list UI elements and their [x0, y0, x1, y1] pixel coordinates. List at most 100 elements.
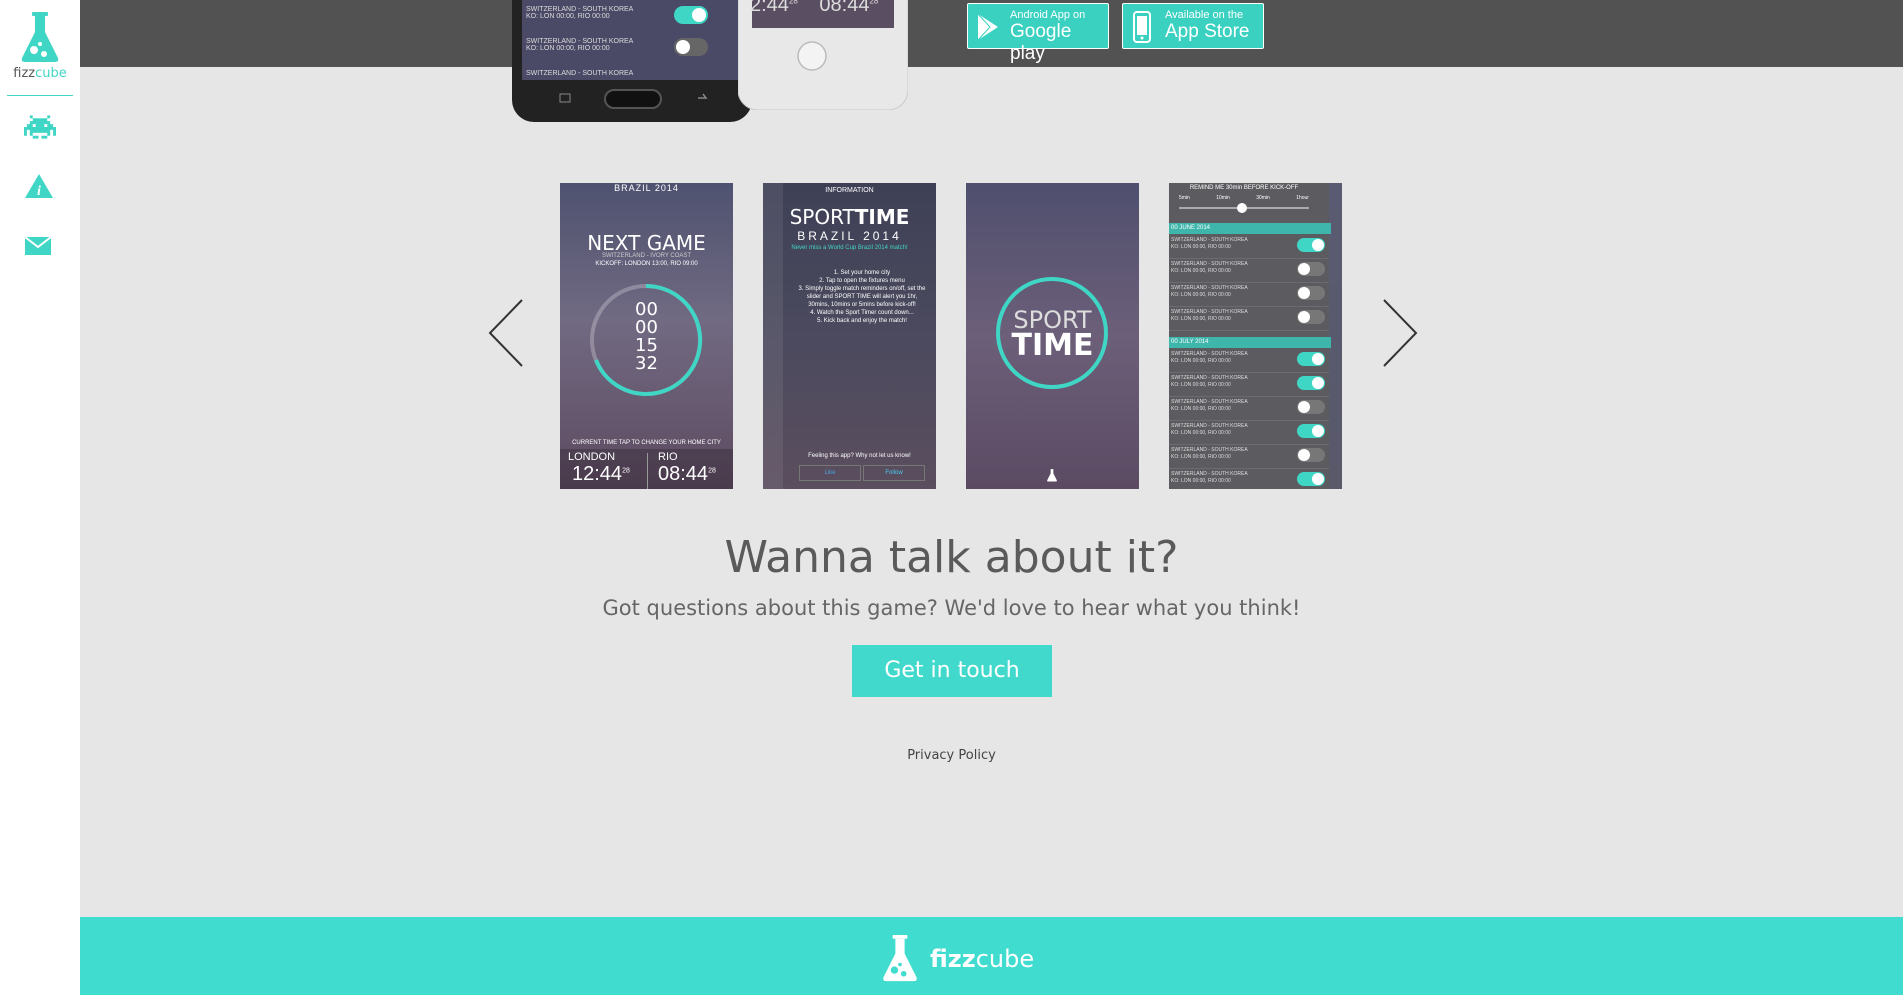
google-play-small-text: Android App on — [1010, 9, 1086, 21]
screenshot-fixtures[interactable]: REMIND ME 30min BEFORE KICK-OFF 5min 10m… — [1169, 183, 1342, 489]
mail-icon — [24, 236, 52, 255]
screenshot-splash[interactable]: SPORT TIME — [966, 183, 1139, 489]
sidebar-item-games[interactable] — [24, 115, 56, 141]
footer: fizzcube — [80, 917, 1903, 995]
s2-step: 4. Watch the Sport Timer count down... — [810, 310, 914, 316]
fixture-row: SWITZERLAND - SOUTH KOREA KO: LON 00:00, … — [1169, 259, 1329, 283]
cta-subtitle: Got questions about this game? We'd love… — [602, 596, 1301, 620]
phone-row: SWITZERLAND - SOUTH KOREA KO: LON 00:00,… — [526, 6, 708, 24]
screenshot-information[interactable]: INFORMATION SPORTTIME BRAZIL 2014 Never … — [763, 183, 936, 489]
s2-brazil: BRAZIL 2014 — [797, 229, 902, 243]
iphone-time-a: 2:44 — [750, 0, 789, 16]
fizzcube-logo[interactable]: fizzcube — [6, 12, 74, 81]
footer-fizz: fizz — [930, 945, 976, 973]
sidebar-divider — [7, 95, 73, 96]
s2-step: 5. Kick back and enjoy the match! — [817, 318, 907, 324]
cta-title: Wanna talk about it? — [724, 532, 1179, 583]
phone-row-match: SWITZERLAND - SOUTH KOREA — [526, 38, 634, 45]
phone-row-match: SWITZERLAND - SOUTH KOREA — [526, 6, 634, 13]
fixture-row: SWITZERLAND - SOUTH KOREA KO: LON 00:00, … — [1169, 469, 1329, 489]
phone-row: SWITZERLAND - SOUTH KOREA KO: LON 00:00,… — [526, 38, 708, 56]
sidebar-item-contact[interactable] — [24, 236, 56, 262]
s2-like-button[interactable]: Like — [799, 465, 861, 481]
phone-row-match: SWITZERLAND - SOUTH KOREA — [526, 70, 634, 77]
s4-opt: 30min — [1256, 195, 1270, 201]
s1-city-london: LONDON — [568, 451, 616, 463]
s2-header: INFORMATION — [825, 187, 874, 194]
s4-rows-july: SWITZERLAND - SOUTH KOREA KO: LON 00:00, … — [1169, 349, 1329, 489]
iphone-time-b: 08:44 — [819, 0, 870, 16]
s4-date-header: 00 JUNE 2014 — [1169, 223, 1331, 234]
iphone-times: 2:4428 08:4428 — [750, 0, 878, 17]
toggle-on[interactable] — [1297, 352, 1325, 366]
info-icon: i — [25, 174, 53, 199]
toggle-on[interactable] — [1297, 376, 1325, 390]
iphone-icon — [1133, 11, 1151, 43]
s2-tagline: Never miss a World Cup Brazil 2014 match… — [791, 245, 908, 251]
s4-opt: 10min — [1216, 195, 1230, 201]
s1-next-game: NEXT GAME — [587, 231, 706, 255]
s1-teams: SWITZERLAND - IVORY COAST — [601, 253, 692, 259]
s2-logo-sport: SPORT — [789, 205, 855, 229]
toggle-on[interactable] — [1297, 472, 1325, 486]
s2-step: 3. Simply toggle match reminders on/off,… — [798, 286, 926, 308]
s1-brazil: BRAZIL 2014 — [614, 183, 679, 193]
toggle-off[interactable] — [1297, 310, 1325, 324]
s2-feeling: Feeling this app? Why not let us know! — [808, 453, 911, 459]
fixture-row: SWITZERLAND - SOUTH KOREA KO: LON 00:00, … — [1169, 397, 1329, 421]
fixture-row: SWITZERLAND - SOUTH KOREA KO: LON 00:00, … — [1169, 349, 1329, 373]
toggle-off[interactable] — [1297, 448, 1325, 462]
google-play-badge[interactable]: Android App on Google play — [967, 3, 1109, 64]
phone-row: SWITZERLAND - SOUTH KOREA — [526, 70, 633, 77]
toggle-on[interactable] — [1297, 424, 1325, 438]
get-in-touch-button[interactable]: Get in touch — [852, 645, 1052, 697]
s3-logo-time: TIME — [1011, 328, 1094, 363]
s1-kickoff: KICKOFF: LONDON 13:00, RIO 09:00 — [595, 261, 698, 267]
carousel-next-arrow[interactable] — [1380, 298, 1420, 368]
s1-time-rio: 08:44 — [658, 463, 709, 485]
s1-divider — [647, 453, 648, 489]
privacy-policy-link[interactable]: Privacy Policy — [0, 748, 1903, 763]
fixture-row: SWITZERLAND - SOUTH KOREA KO: LON 00:00, … — [1169, 445, 1329, 469]
toggle-off[interactable] — [1297, 400, 1325, 414]
s2-logo-time: TIME — [854, 205, 910, 229]
toggle-off[interactable] — [674, 38, 708, 56]
fixture-row: SWITZERLAND - SOUTH KOREA KO: LON 00:00, … — [1169, 421, 1329, 445]
carousel-prev-arrow[interactable] — [486, 298, 526, 368]
toggle-on[interactable] — [1297, 238, 1325, 252]
screenshot-countdown[interactable]: BRAZIL 2014 NEXT GAME SWITZERLAND - IVOR… — [560, 183, 733, 489]
s1-time-london-sec: 28 — [622, 467, 630, 475]
iphone-time-b-sec: 28 — [869, 0, 879, 6]
s3-flask-icon — [1047, 469, 1057, 482]
app-store-badge[interactable]: Available on the App Store — [1122, 3, 1264, 49]
s1-secs: 32 — [635, 353, 658, 374]
app-store-small-text: Available on the — [1165, 9, 1244, 21]
toggle-off[interactable] — [1297, 262, 1325, 276]
s4-opt: 1hour — [1296, 195, 1309, 201]
toggle-on[interactable] — [674, 6, 708, 24]
s4-date-header: 00 JULY 2014 — [1169, 337, 1331, 348]
logo-wordmark: fizzcube — [13, 66, 67, 81]
sidebar: fizzcube i — [0, 0, 80, 995]
s2-follow-button[interactable]: Follow — [863, 465, 925, 481]
phone-rows: SWITZERLAND - SOUTH KOREA KO: LON 00:00,… — [522, 0, 712, 80]
s1-time-rio-sec: 28 — [708, 467, 716, 475]
s4-slider-thumb[interactable] — [1237, 203, 1247, 213]
s4-slider-labels: 5min 10min 30min 1hour — [1179, 195, 1309, 201]
s4-opt: 5min — [1179, 195, 1190, 201]
fixture-row: SWITZERLAND - SOUTH KOREA KO: LON 00:00, … — [1169, 373, 1329, 397]
sidebar-item-info[interactable]: i — [24, 173, 56, 199]
s2-step: 1. Set your home city — [833, 270, 891, 276]
flask-icon — [883, 935, 917, 982]
fixture-row: SWITZERLAND - SOUTH KOREA KO: LON 00:00, … — [1169, 235, 1329, 259]
s1-time-london: 12:44 — [572, 463, 623, 485]
app-store-big-text: App Store — [1165, 21, 1250, 42]
phone-row-ko: KO: LON 00:00, RIO 00:00 — [526, 13, 610, 20]
footer-logo[interactable]: fizzcube — [880, 935, 1060, 983]
s4-rows-june: SWITZERLAND - SOUTH KOREA KO: LON 00:00, … — [1169, 235, 1329, 331]
space-invader-icon — [24, 115, 56, 139]
svg-text:i: i — [37, 184, 41, 199]
footer-wordmark: fizzcube — [930, 945, 1034, 973]
toggle-off[interactable] — [1297, 286, 1325, 300]
play-store-icon — [977, 13, 998, 41]
